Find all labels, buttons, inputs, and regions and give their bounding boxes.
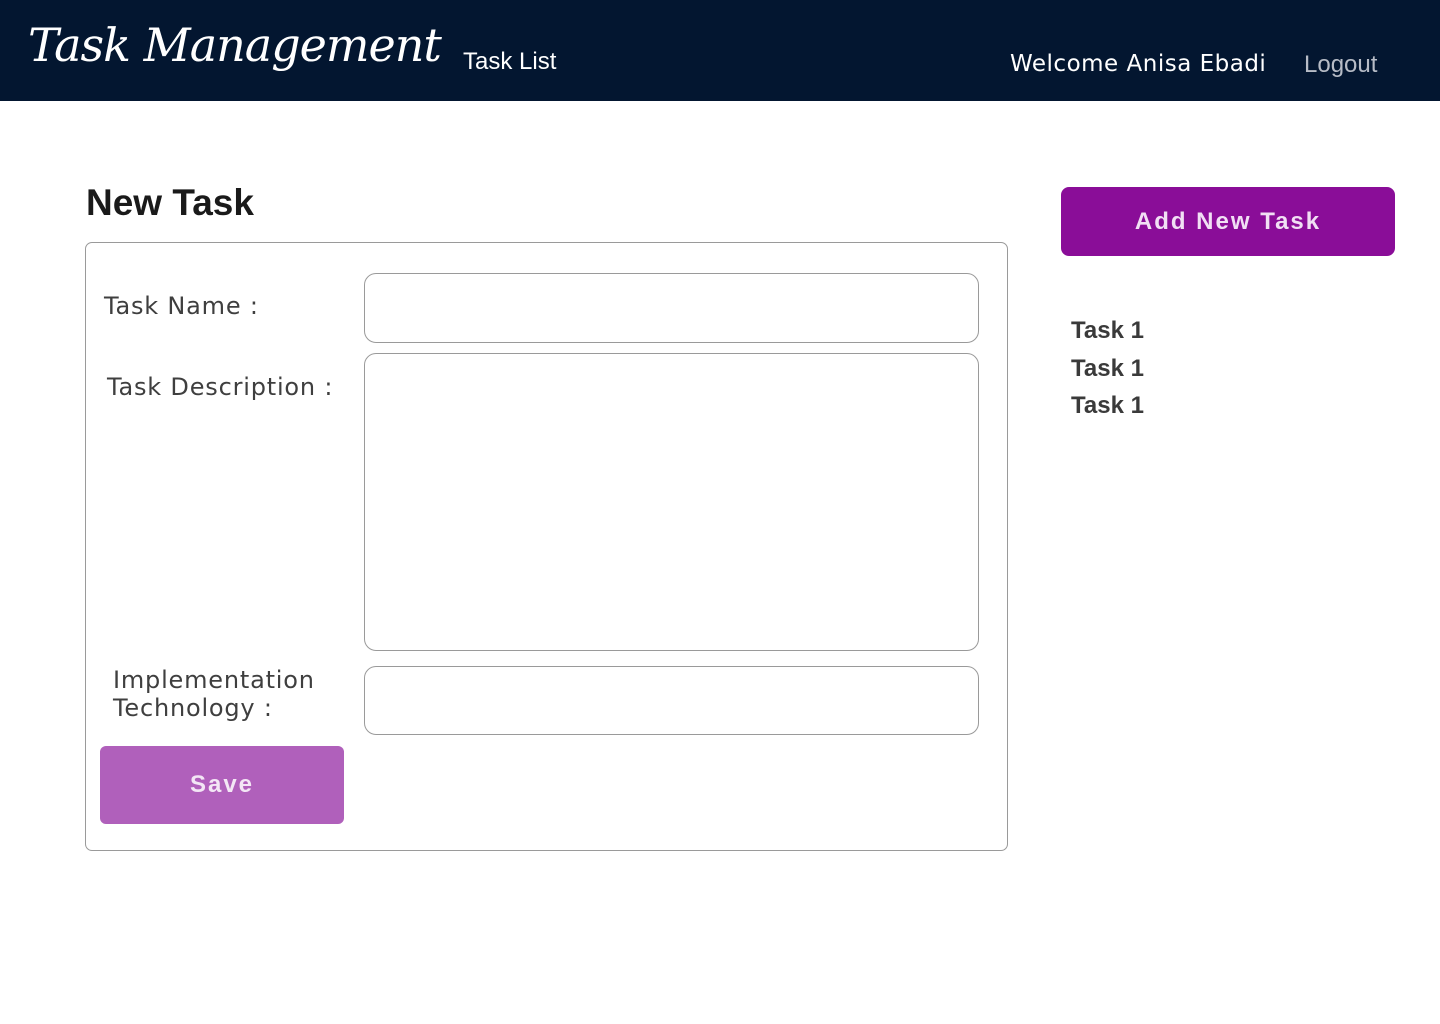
task-list-item[interactable]: Task 1	[1071, 312, 1144, 350]
top-navbar: Task Management Task List Welcome Anisa …	[0, 0, 1440, 101]
task-list-item[interactable]: Task 1	[1071, 350, 1144, 388]
task-list: Task 1 Task 1 Task 1	[1071, 312, 1144, 425]
nav-task-list-link[interactable]: Task List	[463, 48, 556, 76]
task-description-textarea[interactable]	[364, 353, 979, 651]
logout-link[interactable]: Logout	[1304, 51, 1377, 79]
brand-logo[interactable]: Task Management	[28, 18, 442, 72]
task-name-input[interactable]	[364, 273, 979, 343]
save-button[interactable]: Save	[100, 746, 344, 824]
task-list-item[interactable]: Task 1	[1071, 387, 1144, 425]
task-name-label: Task Name :	[104, 292, 259, 320]
welcome-user-text: Welcome Anisa Ebadi	[1010, 51, 1267, 77]
implementation-technology-input[interactable]	[364, 666, 979, 735]
new-task-form: Task Name : Task Description : Implement…	[85, 242, 1008, 851]
page-title: New Task	[86, 182, 254, 223]
implementation-technology-label: Implementation Technology :	[113, 666, 315, 722]
implementation-label-line1: Implementation	[113, 666, 315, 694]
implementation-label-line2: Technology :	[113, 694, 273, 722]
task-description-label: Task Description :	[107, 373, 334, 401]
add-new-task-button[interactable]: Add New Task	[1061, 187, 1395, 256]
